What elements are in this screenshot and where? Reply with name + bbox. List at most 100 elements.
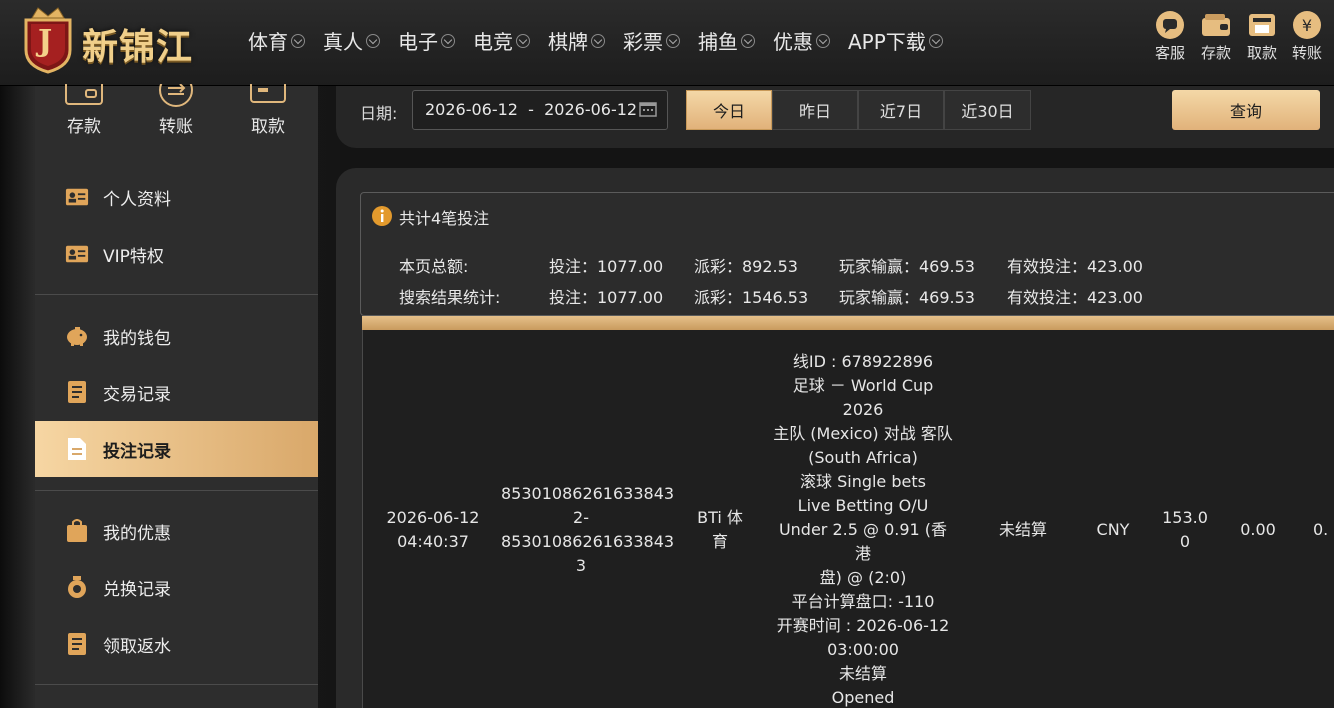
- nav-label: 电子: [398, 30, 438, 54]
- chevron-down-icon: [816, 33, 830, 48]
- sidebar-item-label: 我的优惠: [103, 523, 171, 544]
- sidebar-item-bet-records[interactable]: 投注记录: [35, 421, 318, 477]
- sidebar-divider: [35, 684, 318, 685]
- order-number: 85301086261633843 2- 85301086261633843 3: [501, 482, 675, 578]
- nav-label: 真人: [323, 30, 363, 54]
- search-label: 查询: [1229, 102, 1262, 121]
- quick-transfer[interactable]: ¥ 转账: [1285, 10, 1329, 63]
- summary-valid-bet: 有效投注：423.00: [1007, 288, 1143, 307]
- chevron-down-icon: [291, 33, 305, 48]
- range-label: 今日: [712, 102, 745, 121]
- platform: BTi 体 育: [683, 506, 757, 554]
- bet-time: 2026-06-12 04:40:37: [373, 506, 493, 554]
- sidebar-item-profile[interactable]: 个人资料: [35, 169, 318, 225]
- platform-line: 育: [711, 532, 728, 551]
- sidebar-item-wallet[interactable]: 我的钱包: [35, 308, 318, 364]
- amount-line: 153.0: [1162, 508, 1208, 527]
- range-7days-button[interactable]: 近7日: [858, 90, 944, 130]
- calendar-icon[interactable]: [639, 101, 657, 117]
- range-label: 昨日: [798, 102, 831, 121]
- summary-box: 共计4笔投注 本页总额: 投注：1077.00 派彩：892.53 玩家输赢：4…: [360, 192, 1334, 316]
- exchange-icon: [65, 575, 89, 599]
- nav-fishing[interactable]: 捕鱼: [698, 26, 755, 55]
- piggy-bank-icon: [65, 324, 89, 348]
- sidebar-withdraw-button[interactable]: 取款: [233, 84, 303, 137]
- quick-label: 客服: [1154, 44, 1185, 62]
- nav-live[interactable]: 真人: [323, 26, 380, 55]
- table-header: [362, 316, 1334, 330]
- brand-logo[interactable]: J 新锦江: [18, 4, 218, 74]
- bet-amount: 153.0 0: [1157, 506, 1213, 554]
- sidebar-quick-actions: 存款 转账 取款: [35, 84, 318, 156]
- nav-app-download[interactable]: APP下载: [848, 26, 943, 55]
- currency: CNY: [1096, 520, 1130, 539]
- sidebar-item-my-promotions[interactable]: 我的优惠: [35, 503, 318, 559]
- card-icon: [250, 84, 286, 103]
- quick-withdraw[interactable]: 取款: [1240, 10, 1284, 63]
- sidebar-transfer-button[interactable]: 转账: [141, 84, 211, 137]
- detail-line: Live Betting O/U: [797, 496, 929, 515]
- chevron-down-icon: [928, 33, 943, 48]
- sidebar-item-rebate[interactable]: 领取返水: [35, 616, 318, 672]
- detail-line: 平台计算盘口: -110: [791, 592, 935, 611]
- platform-line: BTi 体: [697, 508, 743, 527]
- detail-line: 盘) @ (2:0): [819, 568, 907, 587]
- summary-winloss: 玩家输赢：469.53: [839, 288, 975, 307]
- chevron-down-icon: [366, 33, 380, 48]
- range-yesterday-button[interactable]: 昨日: [772, 90, 858, 130]
- main-nav: 体育 真人 电子 电竞 棋牌 彩票 捕鱼 优惠 APP下载: [248, 26, 961, 55]
- detail-line: 开赛时间 : 2026-06-12: [776, 616, 950, 635]
- range-30days-button[interactable]: 近30日: [944, 90, 1031, 130]
- truncated-column: 0.: [1313, 520, 1329, 539]
- nav-promotions[interactable]: 优惠: [773, 26, 830, 55]
- quick-label: 转账: [1291, 44, 1322, 62]
- sidebar-item-transactions[interactable]: 交易记录: [35, 364, 318, 420]
- range-today-button[interactable]: 今日: [686, 90, 772, 130]
- sidebar-quick-label: 转账: [159, 117, 193, 137]
- sidebar-deposit-button[interactable]: 存款: [49, 84, 119, 137]
- nav-label: 彩票: [623, 30, 663, 54]
- sidebar-quick-label: 存款: [67, 117, 101, 137]
- sidebar-quick-label: 取款: [251, 117, 285, 137]
- range-label: 近30日: [961, 102, 1014, 121]
- nav-cards[interactable]: 棋牌: [548, 26, 605, 55]
- detail-line: (South Africa): [808, 448, 918, 467]
- nav-slots[interactable]: 电子: [398, 26, 455, 55]
- detail-line: 主队 (Mexico) 对战 客队: [773, 424, 953, 443]
- search-button[interactable]: 查询: [1172, 90, 1320, 130]
- order-line: 85301086261633843: [501, 484, 675, 503]
- bet-date: 2026-06-12: [386, 508, 480, 527]
- date-range-value: 2026-06-12 - 2026-06-12: [425, 100, 638, 119]
- order-line: 2-: [573, 508, 589, 527]
- detail-line: 线ID : 678922896: [792, 352, 934, 371]
- quick-customer-service[interactable]: 客服: [1148, 10, 1192, 63]
- detail-line: 滚球 Single bets: [800, 472, 926, 491]
- bet-records-panel: 共计4笔投注 本页总额: 投注：1077.00 派彩：892.53 玩家输赢：4…: [336, 168, 1334, 708]
- summary-title: 共计4笔投注: [399, 209, 490, 228]
- account-sidebar: 存款 转账 取款 个人资料 VIP特权 我的钱包 交易记录 投注记录 我的优惠: [35, 84, 318, 708]
- quick-label: 取款: [1246, 44, 1277, 62]
- nav-label: 棋牌: [548, 30, 588, 54]
- sidebar-item-vip[interactable]: VIP特权: [35, 226, 318, 282]
- nav-sports[interactable]: 体育: [248, 26, 305, 55]
- yuan-coin-icon: ¥: [1293, 11, 1321, 39]
- gift-bag-icon: [65, 519, 89, 543]
- badge-letter: J: [38, 24, 53, 59]
- nav-esports[interactable]: 电竞: [473, 26, 530, 55]
- svg-text:¥: ¥: [1302, 16, 1312, 35]
- chevron-down-icon: [441, 33, 455, 48]
- nav-lottery[interactable]: 彩票: [623, 26, 680, 55]
- summary-payout: 派彩：1546.53: [694, 288, 809, 307]
- amount-line: 0: [1179, 532, 1191, 551]
- summary-valid-bet: 有效投注：423.00: [1007, 257, 1143, 276]
- detail-line: 2026: [842, 400, 884, 419]
- date-range-input[interactable]: 2026-06-12 - 2026-06-12: [412, 90, 668, 130]
- quick-deposit[interactable]: 存款: [1194, 10, 1238, 63]
- table-row: 2026-06-12 04:40:37 85301086261633843 2-…: [362, 330, 1334, 708]
- sidebar-item-label: 投注记录: [103, 441, 171, 462]
- sidebar-item-exchange-records[interactable]: 兑换记录: [35, 559, 318, 615]
- summary-row-label: 本页总额:: [399, 257, 469, 276]
- sidebar-item-label: 交易记录: [103, 384, 171, 405]
- atm-icon: [1249, 14, 1275, 36]
- order-line: 3: [575, 556, 587, 575]
